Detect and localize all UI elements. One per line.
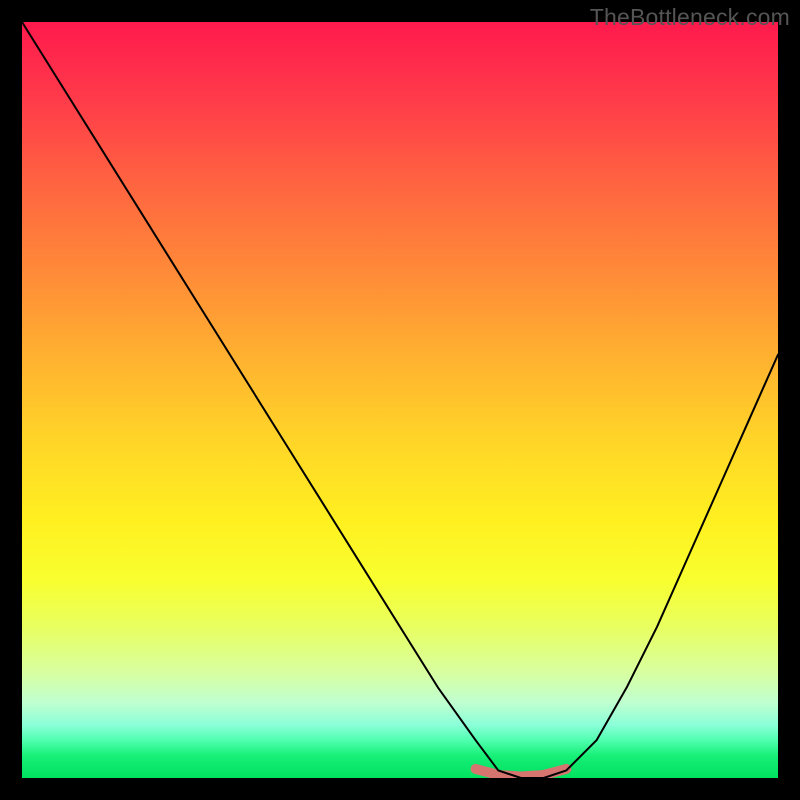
chart-frame: TheBottleneck.com bbox=[0, 0, 800, 800]
bottleneck-curve bbox=[22, 22, 778, 778]
watermark-text: TheBottleneck.com bbox=[590, 4, 790, 31]
plot-area bbox=[22, 22, 778, 778]
chart-svg bbox=[22, 22, 778, 778]
